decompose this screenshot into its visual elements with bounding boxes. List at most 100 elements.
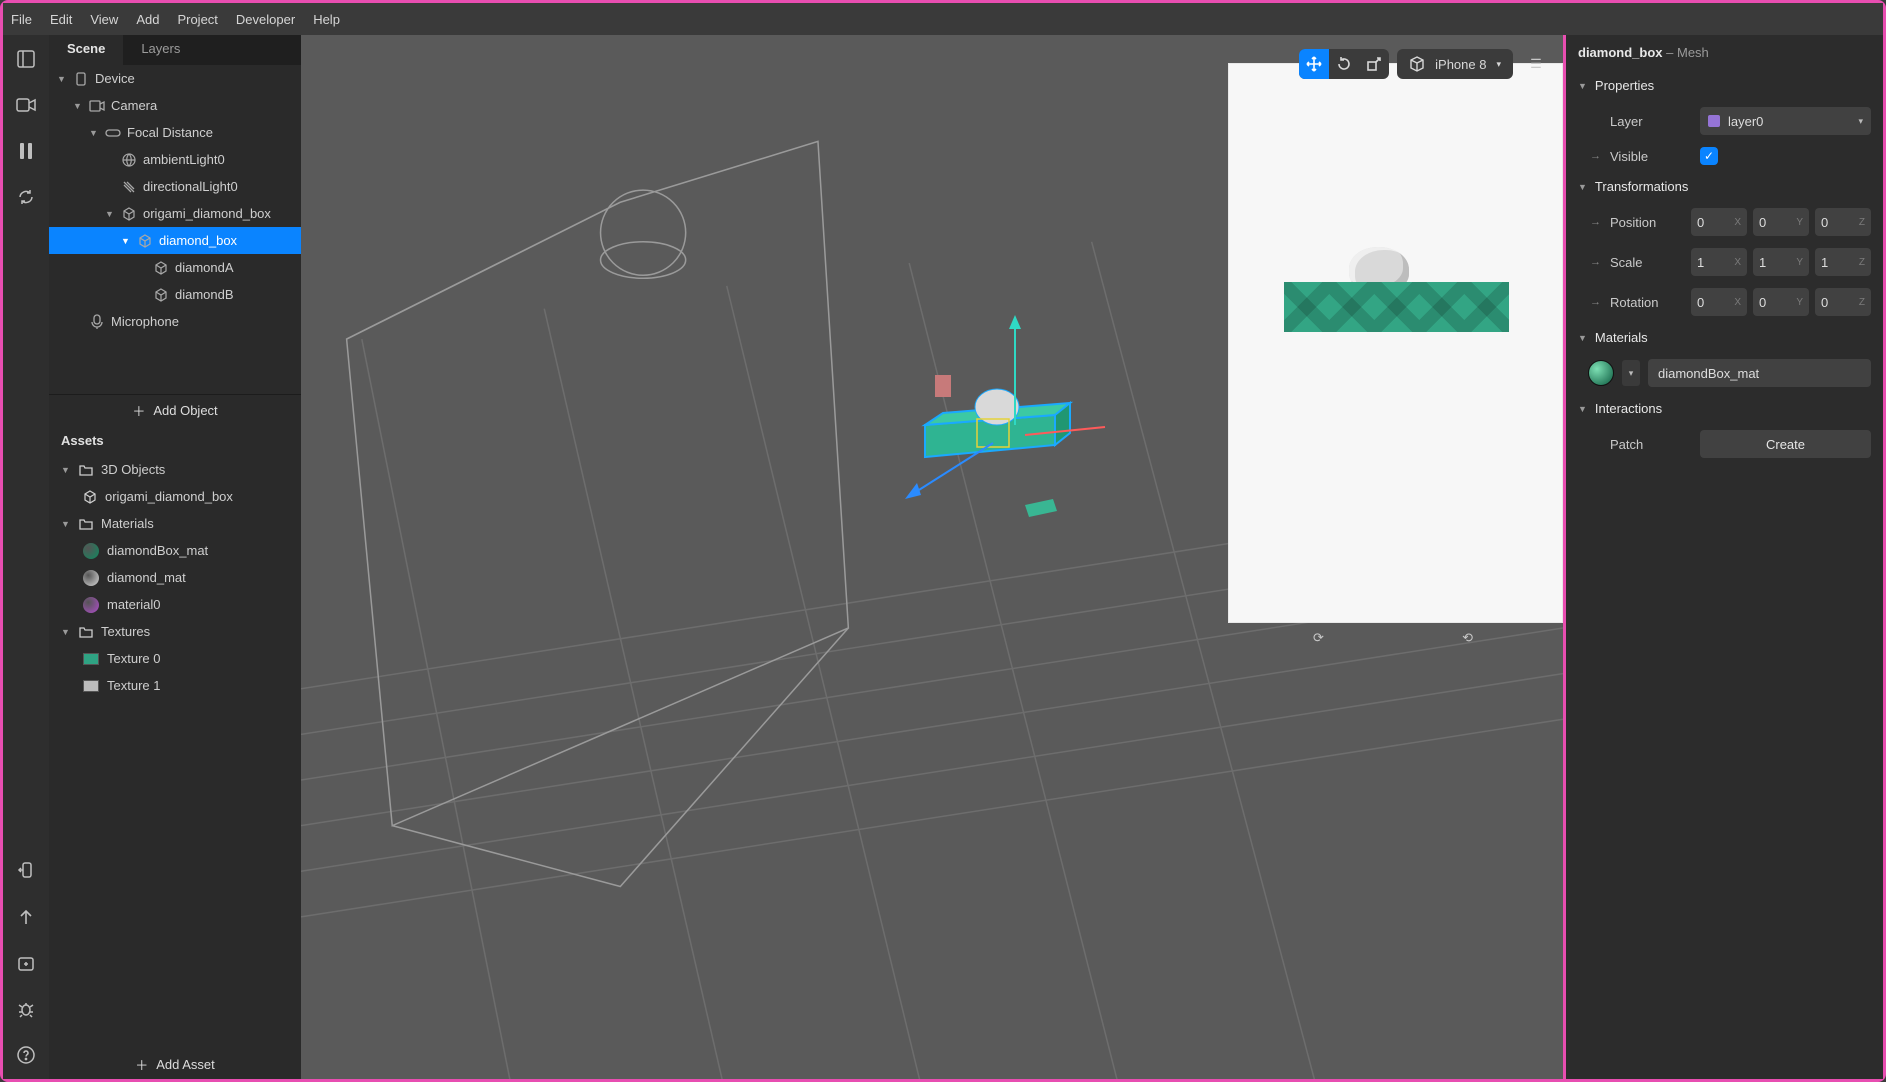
layout-icon[interactable]: [16, 49, 36, 69]
device-selector[interactable]: iPhone 8 ▾: [1397, 49, 1513, 79]
scale-y[interactable]: 1Y: [1753, 248, 1809, 276]
texture-swatch-icon: [83, 680, 99, 692]
asset-label: Texture 1: [107, 678, 160, 693]
asset-group-label: Textures: [101, 624, 150, 639]
viewport[interactable]: ⟳ ⟲ iPhone 8 ▾ ☰: [301, 35, 1563, 1079]
material-swatch[interactable]: [1588, 360, 1614, 386]
rotation-x[interactable]: 0X: [1691, 288, 1747, 316]
asset-group-3d-objects[interactable]: ▼3D Objects: [49, 456, 301, 483]
add-asset-button[interactable]: ＋ Add Asset: [49, 1049, 301, 1079]
chevron-icon: ▼: [73, 101, 83, 111]
texture-swatch-icon: [83, 653, 99, 665]
chevron-icon: ▼: [89, 128, 99, 138]
scale-x[interactable]: 1X: [1691, 248, 1747, 276]
chevron-down-icon: ▾: [1496, 59, 1501, 70]
asset-group-label: 3D Objects: [101, 462, 165, 477]
tree-item-diamondb[interactable]: diamondB: [49, 281, 301, 308]
sync-icon[interactable]: [16, 187, 36, 207]
tree-label: Camera: [111, 98, 157, 113]
viewport-menu-icon[interactable]: ☰: [1521, 49, 1551, 79]
device-export-icon[interactable]: [16, 861, 36, 881]
section-properties[interactable]: ▼Properties: [1566, 70, 1883, 101]
layer-select[interactable]: layer0 ▾: [1700, 107, 1871, 135]
tree-item-origami_diamond_box[interactable]: ▼ origami_diamond_box: [49, 200, 301, 227]
folder-icon: [79, 626, 93, 638]
visible-checkbox[interactable]: ✓: [1700, 147, 1718, 165]
video-icon[interactable]: [16, 95, 36, 115]
asset-label: diamondBox_mat: [107, 543, 208, 558]
section-materials[interactable]: ▼Materials: [1566, 322, 1883, 353]
up-arrow-icon[interactable]: [16, 907, 36, 927]
tree-item-device[interactable]: ▼ Device: [49, 65, 301, 92]
rotation-z[interactable]: 0Z: [1815, 288, 1871, 316]
rotate-tool[interactable]: [1329, 49, 1359, 79]
asset-item-diamond_mat[interactable]: diamond_mat: [49, 564, 301, 591]
menu-edit[interactable]: Edit: [50, 12, 72, 27]
tree-item-diamonda[interactable]: diamondA: [49, 254, 301, 281]
position-y[interactable]: 0Y: [1753, 208, 1809, 236]
assets-title: Assets: [49, 425, 301, 456]
device-name: iPhone 8: [1435, 57, 1486, 72]
asset-item-origami_diamond_box[interactable]: origami_diamond_box: [49, 483, 301, 510]
menu-view[interactable]: View: [90, 12, 118, 27]
add-library-icon[interactable]: [16, 953, 36, 973]
section-interactions[interactable]: ▼Interactions: [1566, 393, 1883, 424]
scene-tree[interactable]: ▼ Device▼ Camera▼ Focal Distance ambient…: [49, 65, 301, 395]
material-name[interactable]: diamondBox_mat: [1648, 359, 1871, 387]
position-z[interactable]: 0Z: [1815, 208, 1871, 236]
pause-icon[interactable]: [16, 141, 36, 161]
menubar: File Edit View Add Project Developer Hel…: [3, 3, 1883, 35]
create-patch-button[interactable]: Create: [1700, 430, 1871, 458]
tree-label: Device: [95, 71, 135, 86]
menu-file[interactable]: File: [11, 12, 32, 27]
tree-label: ambientLight0: [143, 152, 225, 167]
position-label: Position: [1610, 215, 1681, 230]
plus-icon: ＋: [132, 401, 145, 420]
globe-icon: [121, 152, 137, 168]
tree-item-camera[interactable]: ▼ Camera: [49, 92, 301, 119]
rotation-label: Rotation: [1610, 295, 1681, 310]
help-icon[interactable]: [16, 1045, 36, 1065]
tool-rail: [3, 35, 49, 1079]
asset-item-texture-1[interactable]: Texture 1: [49, 672, 301, 699]
material-dropdown[interactable]: ▾: [1622, 360, 1640, 386]
transform-gizmo[interactable]: [905, 315, 1125, 535]
asset-item-texture-0[interactable]: Texture 0: [49, 645, 301, 672]
position-x[interactable]: 0X: [1691, 208, 1747, 236]
asset-group-materials[interactable]: ▼Materials: [49, 510, 301, 537]
bug-icon[interactable]: [16, 999, 36, 1019]
folder-icon: [79, 464, 93, 476]
tree-item-microphone[interactable]: Microphone: [49, 308, 301, 335]
assets-panel: Assets ▼3D Objectsorigami_diamond_box▼Ma…: [49, 425, 301, 1049]
asset-group-textures[interactable]: ▼Textures: [49, 618, 301, 645]
tree-item-diamond_box[interactable]: ▼ diamond_box: [49, 227, 301, 254]
preview-refresh-icon[interactable]: ⟳: [1313, 630, 1324, 646]
preview-reset-icon[interactable]: ⟲: [1462, 630, 1473, 646]
layer-color-chip: [1708, 115, 1720, 127]
asset-group-label: Materials: [101, 516, 154, 531]
tree-item-directionallight0[interactable]: directionalLight0: [49, 173, 301, 200]
device-icon: [73, 71, 89, 87]
section-transformations[interactable]: ▼Transformations: [1566, 171, 1883, 202]
menu-developer[interactable]: Developer: [236, 12, 295, 27]
scale-z[interactable]: 1Z: [1815, 248, 1871, 276]
chevron-icon: ▼: [105, 209, 115, 219]
link-arrow-icon: →: [1590, 150, 1600, 162]
asset-item-diamondbox_mat[interactable]: diamondBox_mat: [49, 537, 301, 564]
scale-tool[interactable]: [1359, 49, 1389, 79]
menu-project[interactable]: Project: [177, 12, 217, 27]
tab-layers[interactable]: Layers: [123, 35, 198, 65]
tree-item-focal-distance[interactable]: ▼ Focal Distance: [49, 119, 301, 146]
move-tool[interactable]: [1299, 49, 1329, 79]
rotation-y[interactable]: 0Y: [1753, 288, 1809, 316]
add-object-button[interactable]: ＋ Add Object: [49, 395, 301, 425]
menu-help[interactable]: Help: [313, 12, 340, 27]
link-arrow-icon: →: [1590, 296, 1600, 308]
tree-item-ambientlight0[interactable]: ambientLight0: [49, 146, 301, 173]
tab-scene[interactable]: Scene: [49, 35, 123, 65]
menu-add[interactable]: Add: [136, 12, 159, 27]
asset-item-material0[interactable]: material0: [49, 591, 301, 618]
focal-icon: [105, 125, 121, 141]
scale-label: Scale: [1610, 255, 1681, 270]
tree-label: Focal Distance: [127, 125, 213, 140]
